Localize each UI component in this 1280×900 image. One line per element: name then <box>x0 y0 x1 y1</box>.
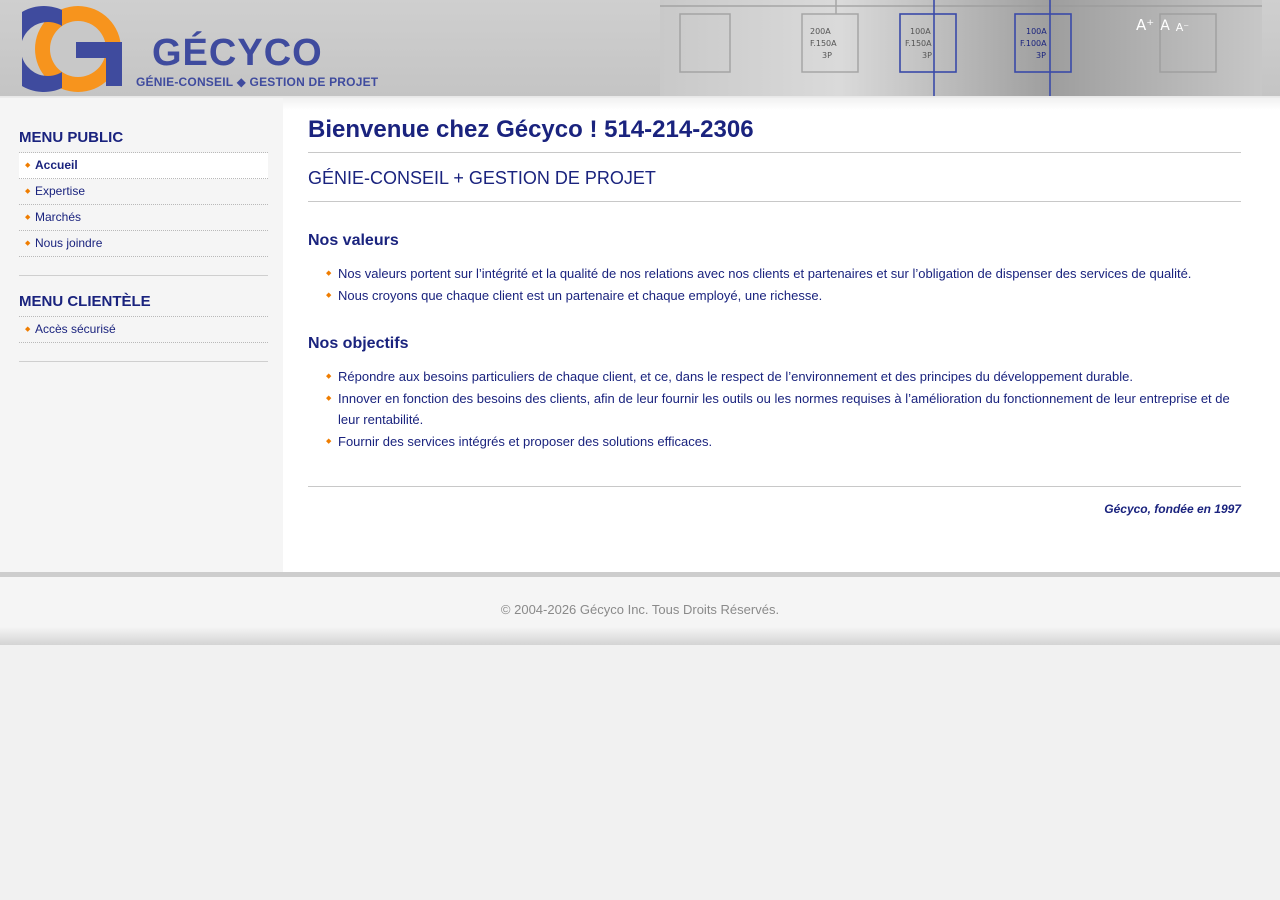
diamond-bullet-icon: ◆ <box>25 162 31 169</box>
list-item-text: Répondre aux besoins particuliers de cha… <box>338 369 1133 384</box>
circuit-breaker-banner: 200A F.150A 3P 100A F.150A 3P 100A F.100… <box>660 0 1262 96</box>
values-heading: Nos valeurs <box>308 232 399 249</box>
banner-label-3-line2: F.100A <box>1020 39 1047 48</box>
normal-font-button[interactable]: A <box>1160 19 1170 33</box>
diamond-bullet-icon: ◆ <box>25 240 31 247</box>
increase-font-button[interactable]: A⁺ <box>1136 18 1154 33</box>
menu-item-acces-securise[interactable]: ◆ Accès sécurisé <box>19 317 268 343</box>
banner-label-2-line1: 100A <box>910 27 931 36</box>
logo-tagline: GÉNIE-CONSEIL ◆ GESTION DE PROJET <box>136 75 379 89</box>
site-footer: © 2004-2026 Gécyco Inc. Tous Droits Rése… <box>0 572 1280 645</box>
main-content: Bienvenue chez Gécyco ! 514-214-2306 GÉN… <box>283 98 1280 572</box>
menu-item-marches[interactable]: ◆ Marchés <box>19 205 268 231</box>
client-menu-list: ◆ Accès sécurisé <box>19 316 268 343</box>
subtitle-divider <box>308 201 1241 202</box>
menu-divider <box>19 361 268 362</box>
banner-label-3-line3: 3P <box>1036 51 1046 60</box>
list-item: ◆ Répondre aux besoins particuliers de c… <box>308 366 1241 388</box>
banner-label-3-line1: 100A <box>1026 27 1047 36</box>
list-item: ◆ Nos valeurs portent sur l’intégrité et… <box>308 263 1241 285</box>
founded-note: Gécyco, fondée en 1997 <box>1104 502 1241 516</box>
diamond-bullet-icon: ◆ <box>25 214 31 221</box>
menu-item-label: Accueil <box>35 158 78 172</box>
list-item-text: Nous croyons que chaque client est un pa… <box>338 287 823 303</box>
diamond-bullet-icon: ◆ <box>326 437 332 445</box>
objectives-heading: Nos objectifs <box>308 335 409 352</box>
diamond-bullet-icon: ◆ <box>326 270 332 277</box>
footer-divider <box>308 486 1241 487</box>
menu-item-expertise[interactable]: ◆ Expertise <box>19 179 268 205</box>
menu-item-accueil[interactable]: ◆ Accueil <box>19 153 268 179</box>
menu-item-nous-joindre[interactable]: ◆ Nous joindre <box>19 231 268 257</box>
page-title: Bienvenue chez Gécyco ! 514-214-2306 <box>308 116 754 143</box>
diamond-bullet-icon: ◆ <box>326 291 332 299</box>
gecyco-logo[interactable]: GÉCYCO GÉNIE-CONSEIL ◆ GESTION DE PROJET <box>22 2 382 96</box>
objectives-list: ◆ Répondre aux besoins particuliers de c… <box>308 366 1241 452</box>
page-body: MENU PUBLIC ◆ Accueil ◆ Expertise ◆ Marc… <box>0 98 1280 572</box>
main-top-shade <box>283 98 1280 110</box>
menu-item-label: Nous joindre <box>35 236 103 250</box>
banner-label-2-line2: F.150A <box>905 39 932 48</box>
page-subtitle: GÉNIE-CONSEIL + GESTION DE PROJET <box>308 168 656 188</box>
breaker-diagram-illustration: 200A F.150A 3P 100A F.150A 3P 100A F.100… <box>660 0 1262 96</box>
diamond-bullet-icon: ◆ <box>25 188 31 195</box>
list-item: ◆ Innover en fonction des besoins des cl… <box>308 388 1241 431</box>
diamond-bullet-icon: ◆ <box>326 373 332 380</box>
values-list: ◆ Nos valeurs portent sur l’intégrité et… <box>308 263 1241 306</box>
client-menu: MENU CLIENTÈLE ◆ Accès sécurisé <box>19 292 268 362</box>
banner-label-1-line3: 3P <box>822 51 832 60</box>
public-menu: MENU PUBLIC ◆ Accueil ◆ Expertise ◆ Marc… <box>19 128 268 276</box>
logo-g-icon <box>22 6 122 92</box>
copyright-text: © 2004-2026 Gécyco Inc. Tous Droits Rése… <box>500 602 780 617</box>
list-item: ◆ Fournir des services intégrés et propo… <box>308 431 1241 453</box>
menu-item-label: Expertise <box>35 184 86 198</box>
menu-divider <box>19 275 268 276</box>
diamond-bullet-icon: ◆ <box>326 394 332 402</box>
list-item-text: Innover en fonction des besoins des clie… <box>338 390 1230 428</box>
diamond-bullet-icon: ◆ <box>25 326 31 333</box>
logo-wordmark: GÉCYCO <box>152 32 323 74</box>
banner-label-1-line1: 200A <box>810 27 831 36</box>
public-menu-title: MENU PUBLIC <box>19 129 124 146</box>
title-divider <box>308 152 1241 153</box>
footer-fade <box>0 627 1280 645</box>
banner-label-2-line3: 3P <box>922 51 932 60</box>
site-header: 200A F.150A 3P 100A F.150A 3P 100A F.100… <box>0 0 1280 98</box>
sidebar: MENU PUBLIC ◆ Accueil ◆ Expertise ◆ Marc… <box>0 98 283 572</box>
decrease-font-button[interactable]: A⁻ <box>1176 22 1189 33</box>
menu-item-label: Marchés <box>35 210 82 224</box>
banner-label-1-line2: F.150A <box>810 39 837 48</box>
font-size-controls: A⁺ A A⁻ <box>1136 18 1189 34</box>
menu-item-label: Accès sécurisé <box>35 322 116 336</box>
list-item-text: Fournir des services intégrés et propose… <box>338 433 713 449</box>
list-item: ◆ Nous croyons que chaque client est un … <box>308 285 1241 307</box>
list-item-text: Nos valeurs portent sur l’intégrité et l… <box>338 266 1192 281</box>
public-menu-list: ◆ Accueil ◆ Expertise ◆ Marchés ◆ Nous j… <box>19 152 268 257</box>
client-menu-title: MENU CLIENTÈLE <box>19 293 151 310</box>
